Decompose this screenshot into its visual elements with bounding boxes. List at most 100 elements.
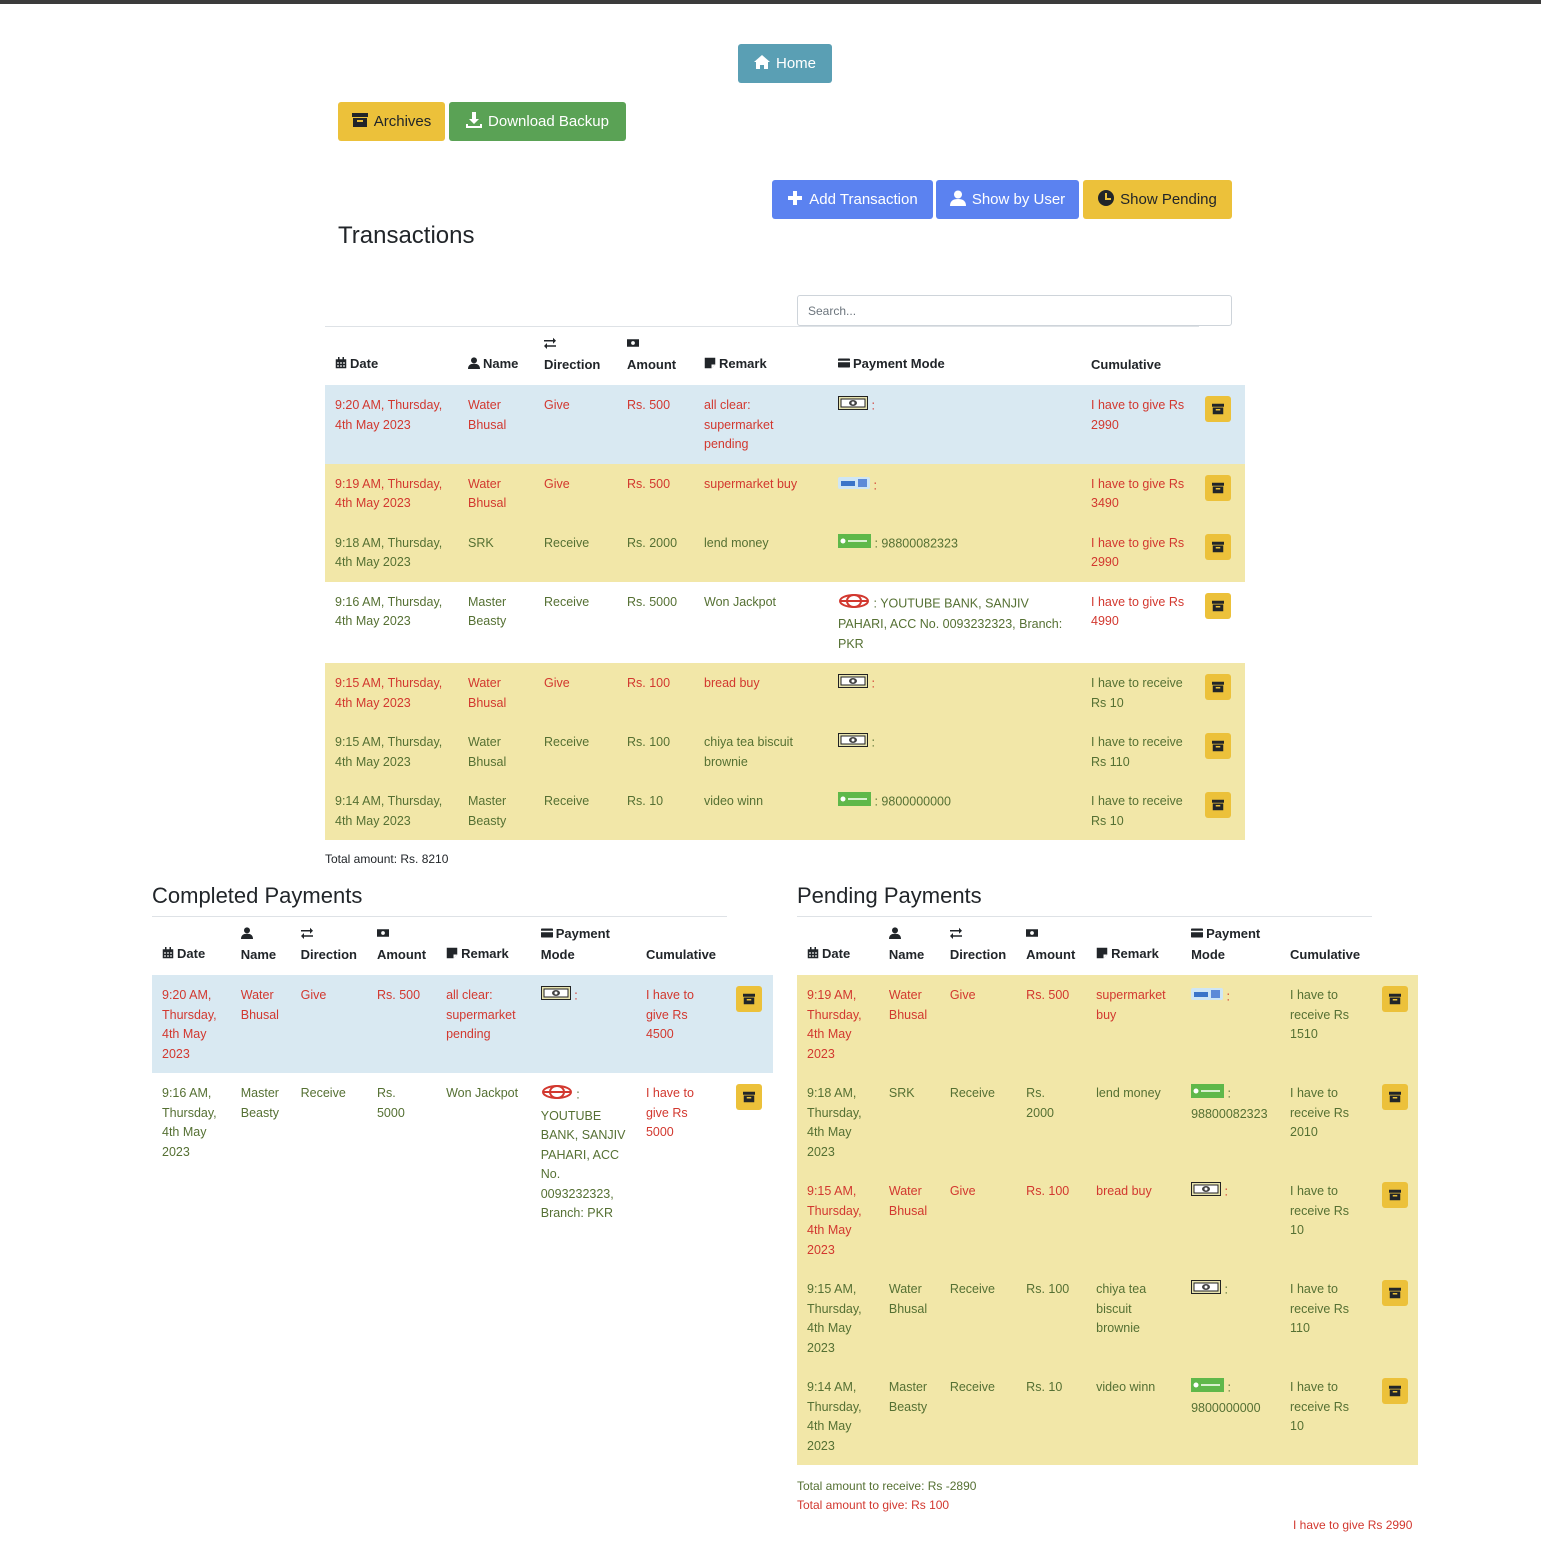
exchange-icon [301, 925, 354, 945]
column-header-cumulative[interactable]: Cumulative [1081, 330, 1195, 385]
calendar-icon [335, 355, 347, 375]
archive-icon [1389, 993, 1401, 1005]
archive-row-button[interactable] [1205, 474, 1231, 501]
archive-row-button[interactable] [1381, 986, 1408, 1012]
cell-cumulative: I have to give Rs 2990 [1091, 535, 1185, 570]
column-header-amount[interactable]: Amount [367, 920, 436, 975]
archive-row-button[interactable] [1381, 1182, 1408, 1208]
column-header-cumulative[interactable]: Cumulative [636, 920, 726, 975]
cell-date: 9:18 AM, Thursday, 4th May 2023 [335, 535, 443, 570]
column-header-name[interactable]: Name [879, 920, 940, 975]
cell-name: Master Beasty [888, 1380, 928, 1414]
cell-amount: Rs. 10 [1026, 1380, 1063, 1394]
archive-row-button[interactable] [1205, 674, 1231, 700]
archive-icon [1389, 1385, 1401, 1397]
column-header-remark[interactable]: Remark [1086, 920, 1181, 975]
search-input[interactable] [797, 295, 1232, 326]
payment-details: : YOUTUBE BANK, SANJIV PAHARI, ACC No. 0… [540, 1087, 626, 1220]
add-transaction-button[interactable]: Add Transaction [772, 180, 933, 219]
user-icon [241, 925, 278, 945]
table-row: 9:18 AM, Thursday, 4th May 2023 SRK Receiv… [797, 1073, 1418, 1171]
cell-remark: bread buy [1096, 1184, 1152, 1198]
cell-payment-mode: : 98800082323 [1181, 1073, 1280, 1171]
cell-date: 9:20 AM, Thursday, 4th May 2023 [162, 988, 217, 1061]
payment-details: : [871, 676, 875, 691]
window-top-border [0, 0, 1541, 4]
column-header-date[interactable]: Date [797, 920, 879, 975]
completed-payments-title: Completed Payments [152, 883, 363, 908]
cell-name: Water Bhusal [888, 988, 928, 1022]
cell-direction: Receive [949, 1086, 995, 1100]
cell-payment-mode: : [531, 975, 636, 1073]
archive-row-button[interactable] [1205, 733, 1231, 759]
cell-amount: Rs. 10 [627, 794, 664, 808]
archive-row-button[interactable] [736, 1084, 763, 1110]
column-header-remark[interactable]: Remark [694, 330, 828, 385]
cell-cumulative: I have to receive Rs 1510 [1290, 988, 1350, 1041]
archive-icon [1212, 600, 1224, 612]
money-icon [1026, 925, 1073, 945]
archive-row-button[interactable] [1381, 1084, 1408, 1110]
show-pending-button[interactable]: Show Pending [1083, 180, 1232, 219]
cell-name: Water Bhusal [468, 476, 507, 511]
column-header-payment-mode[interactable]: Payment Mode [828, 330, 1081, 385]
table-row: 9:19 AM, Thursday, 4th May 2023 Water Bhu… [797, 975, 1418, 1073]
column-header-payment-mode[interactable]: Payment Mode [1181, 920, 1280, 975]
archive-row-button[interactable] [1205, 592, 1231, 619]
total-to-receive: Total amount to receive: Rs -2890 [797, 1479, 977, 1493]
archive-row-button[interactable] [1205, 396, 1231, 422]
cell-payment-mode: : [828, 385, 1081, 464]
archive-row-button[interactable] [1381, 1378, 1408, 1404]
table-row: 9:14 AM, Thursday, 4th May 2023 Master Be… [797, 1367, 1418, 1465]
column-header-cumulative[interactable]: Cumulative [1280, 920, 1372, 975]
note-icon [446, 945, 458, 965]
column-header-payment-mode[interactable]: Payment Mode [531, 920, 636, 975]
cell-date: 9:19 AM, Thursday, 4th May 2023 [335, 476, 443, 511]
show-by-user-button[interactable]: Show by User [936, 180, 1079, 219]
transactions-table: Date Name Direction Amount Remark Paymen… [325, 330, 1245, 840]
table-row: 9:20 AM, Thursday, 4th May 2023 Water Bhu… [325, 385, 1245, 464]
column-header-date[interactable]: Date [152, 920, 231, 975]
table-row: 9:16 AM, Thursday, 4th May 2023 Master Be… [152, 1073, 773, 1233]
column-header-amount[interactable]: Amount [617, 330, 694, 385]
cell-name: Master Beasty [468, 594, 507, 629]
divider [325, 326, 1199, 327]
archive-row-button[interactable] [1205, 792, 1231, 818]
column-header-amount[interactable]: Amount [1016, 920, 1086, 975]
payment-details: : [574, 988, 578, 1003]
cell-amount: Rs. 500 [627, 398, 671, 412]
cash-icon [838, 396, 868, 417]
cell-date: 9:15 AM, Thursday, 4th May 2023 [335, 676, 443, 710]
archive-row-button[interactable] [1205, 533, 1231, 560]
column-header-name[interactable]: Name [231, 920, 291, 975]
archives-button[interactable]: Archives [338, 102, 445, 141]
column-header-remark[interactable]: Remark [436, 920, 531, 975]
download-backup-button[interactable]: Download Backup [449, 102, 626, 141]
table-row: 9:18 AM, Thursday, 4th May 2023 SRK Receiv… [325, 522, 1245, 582]
download-backup-label: Download Backup [488, 113, 609, 130]
cell-remark: video winn [1096, 1380, 1156, 1394]
home-button[interactable]: Home [738, 44, 832, 83]
cell-remark: Won Jackpot [446, 1086, 519, 1100]
cell-payment-mode: : [828, 663, 1081, 722]
cell-cumulative: I have to give Rs 3490 [1091, 476, 1185, 511]
money-icon [627, 335, 681, 355]
cell-name: Water Bhusal [888, 1282, 928, 1316]
archive-icon [351, 112, 368, 132]
cell-remark: all clear: supermarket pending [446, 988, 516, 1041]
column-header-name[interactable]: Name [458, 330, 534, 385]
archive-row-button[interactable] [736, 986, 763, 1012]
cell-date: 9:19 AM, Thursday, 4th May 2023 [807, 988, 862, 1061]
column-header-direction[interactable]: Direction [534, 330, 617, 385]
archive-icon [1212, 740, 1224, 752]
cell-cumulative: I have to give Rs 4500 [645, 988, 694, 1041]
cell-name: SRK [468, 535, 494, 550]
cell-name: Master Beasty [240, 1086, 279, 1120]
archive-row-button[interactable] [1381, 1280, 1408, 1306]
payment-details: : [873, 478, 877, 493]
column-header-direction[interactable]: Direction [940, 920, 1016, 975]
column-header-date[interactable]: Date [325, 330, 458, 385]
money-icon [377, 925, 423, 945]
cell-remark: Won Jackpot [704, 594, 777, 609]
column-header-direction[interactable]: Direction [291, 920, 367, 975]
